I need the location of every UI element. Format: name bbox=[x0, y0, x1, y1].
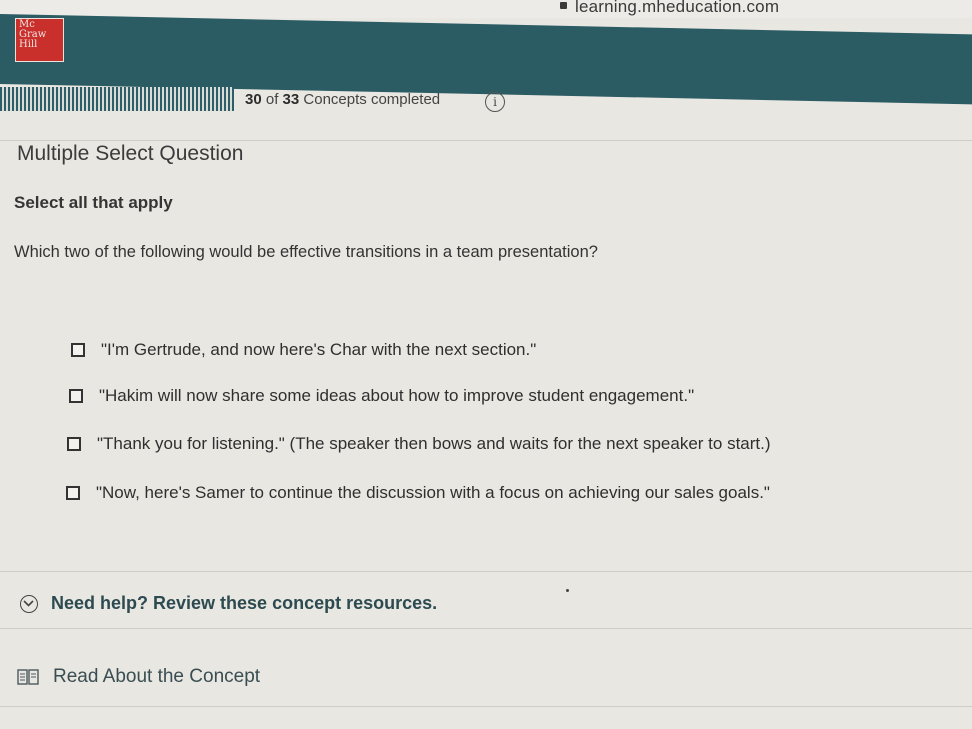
checkbox[interactable] bbox=[69, 389, 83, 403]
chevron-down-icon bbox=[20, 594, 38, 613]
answer-option[interactable]: "Now, here's Samer to continue the discu… bbox=[66, 483, 770, 503]
divider bbox=[0, 706, 972, 707]
question-prompt: Which two of the following would be effe… bbox=[14, 243, 598, 261]
progress-row: 30 of 33 Concepts completed i bbox=[0, 82, 972, 122]
mcgraw-hill-logo: Mc Graw Hill bbox=[15, 18, 64, 62]
progress-completed: 30 bbox=[245, 91, 262, 108]
progress-of: of bbox=[265, 91, 279, 108]
answer-option[interactable]: "Thank you for listening." (The speaker … bbox=[67, 434, 771, 454]
progress-total: 33 bbox=[282, 91, 300, 108]
checkbox[interactable] bbox=[66, 486, 80, 500]
question-type-title: Multiple Select Question bbox=[17, 142, 244, 165]
divider bbox=[0, 140, 972, 141]
answer-option[interactable]: "I'm Gertrude, and now here's Char with … bbox=[71, 340, 536, 360]
checkbox[interactable] bbox=[67, 437, 81, 451]
progress-suffix: Concepts completed bbox=[303, 91, 441, 108]
book-icon bbox=[17, 669, 39, 685]
answer-option-label: "Now, here's Samer to continue the discu… bbox=[96, 483, 770, 502]
answer-option-label: "Hakim will now share some ideas about h… bbox=[99, 386, 695, 405]
read-about-concept-link[interactable]: Read About the Concept bbox=[17, 666, 260, 688]
concept-resources-label: Need help? Review these concept resource… bbox=[51, 593, 438, 613]
info-icon[interactable]: i bbox=[485, 92, 505, 112]
progress-text: 30 of 33 Concepts completed bbox=[245, 91, 440, 108]
divider bbox=[0, 628, 972, 629]
answer-option-label: "I'm Gertrude, and now here's Char with … bbox=[101, 340, 537, 359]
security-icon bbox=[560, 2, 567, 9]
answer-option[interactable]: "Hakim will now share some ideas about h… bbox=[69, 386, 694, 406]
logo-line: Hill bbox=[19, 39, 38, 50]
checkbox[interactable] bbox=[71, 343, 85, 357]
question-instruction: Select all that apply bbox=[14, 193, 173, 212]
read-about-concept-label: Read About the Concept bbox=[53, 666, 261, 687]
screen-speck bbox=[566, 589, 569, 592]
progress-bar bbox=[0, 87, 234, 111]
url-text[interactable]: learning.mheducation.com bbox=[575, 0, 779, 17]
concept-resources-toggle[interactable]: Need help? Review these concept resource… bbox=[20, 593, 437, 614]
divider bbox=[0, 571, 972, 572]
answer-option-label: "Thank you for listening." (The speaker … bbox=[97, 434, 771, 453]
browser-address-strip: learning.mheducation.com bbox=[0, 0, 972, 18]
